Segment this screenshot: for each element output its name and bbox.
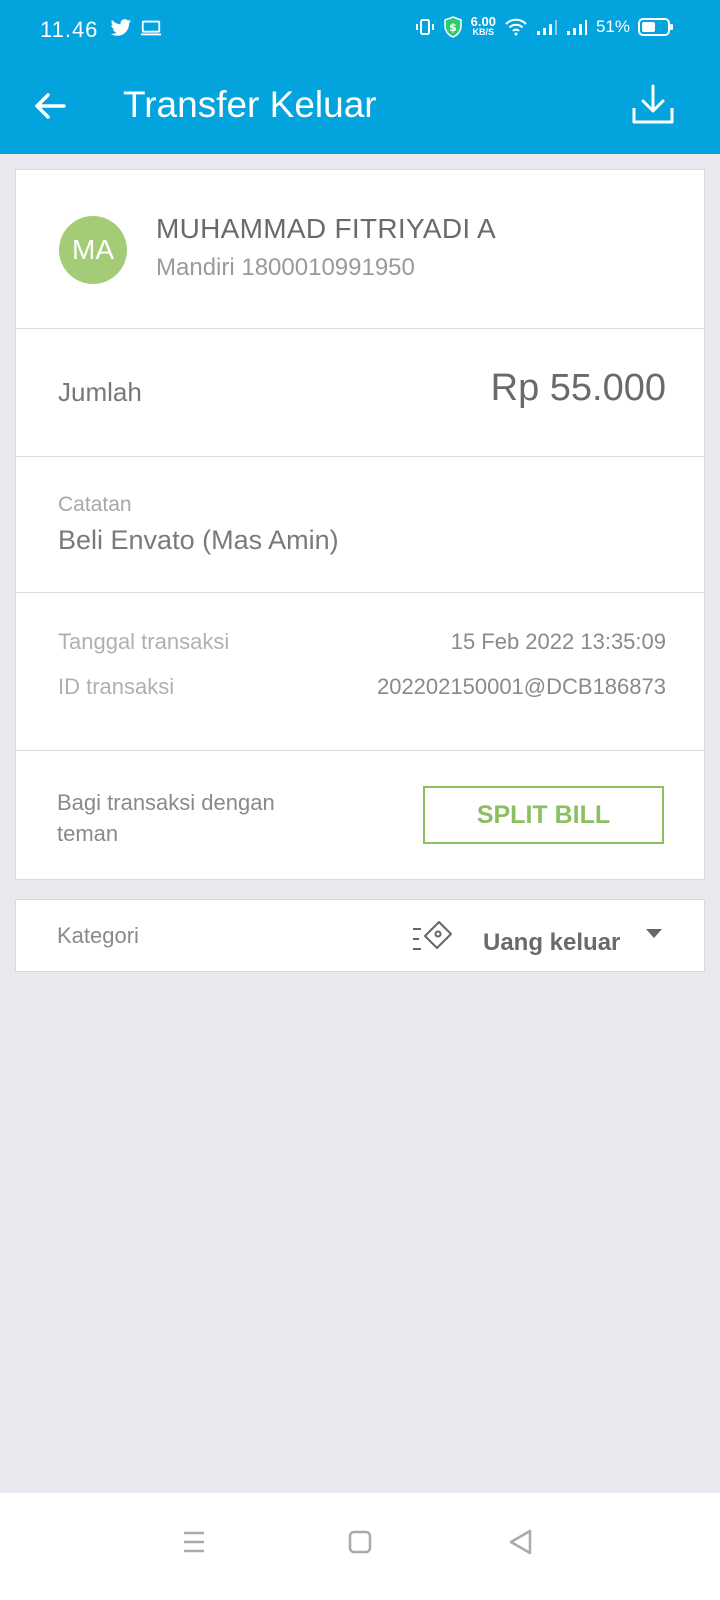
- system-nav-bar: [0, 1493, 720, 1600]
- signal-icon-1: [536, 20, 557, 35]
- net-speed: 6.00 KB/S: [470, 14, 496, 37]
- status-notification-icons: [110, 18, 162, 38]
- transaction-date-row: Tanggal transaksi 15 Feb 2022 13:35:09: [58, 629, 666, 655]
- back-arrow-icon[interactable]: [30, 86, 70, 126]
- amount-section: Jumlah Rp 55.000: [16, 329, 704, 457]
- status-time: 11.46: [40, 17, 99, 42]
- transaction-date-label: Tanggal transaksi: [58, 629, 230, 654]
- chevron-down-icon: [646, 929, 662, 938]
- note-section: Catatan Beli Envato (Mas Amin): [16, 457, 704, 593]
- transaction-date-value: 15 Feb 2022 13:35:09: [450, 629, 666, 654]
- split-bill-description: Bagi transaksi dengan teman: [57, 790, 275, 846]
- recipient-section: MA MUHAMMAD FITRIYADI A Mandiri 18000109…: [16, 170, 704, 329]
- page-title: Transfer Keluar: [123, 84, 377, 125]
- home-square-icon[interactable]: [335, 1517, 385, 1567]
- svg-text:$: $: [449, 21, 457, 34]
- avatar: MA: [59, 216, 127, 284]
- status-bar: 11.46 $ 6.00 KB/S 51%: [0, 0, 720, 62]
- battery-icon: [638, 18, 673, 36]
- menu-icon[interactable]: [169, 1517, 219, 1567]
- note-label: Catatan: [58, 493, 132, 516]
- signal-icon-2: [566, 20, 587, 35]
- transaction-id-row: ID transaksi 202202150001@DCB186873: [58, 674, 666, 700]
- status-system-icons: $ 6.00 KB/S 51%: [415, 14, 673, 38]
- recipient-bank-account: Mandiri 1800010991950: [156, 254, 415, 281]
- split-bill-button[interactable]: SPLIT BILL: [423, 786, 664, 844]
- wifi-icon: [505, 18, 527, 36]
- battery-percent: 51%: [595, 17, 630, 36]
- download-icon[interactable]: [630, 82, 676, 128]
- app-bar: Transfer Keluar: [0, 62, 720, 154]
- twitter-icon: [110, 19, 132, 36]
- money-shield-icon: $: [443, 16, 462, 38]
- tag-icon: [413, 921, 452, 950]
- top-bar: 11.46 $ 6.00 KB/S 51% Transfer Keluar: [0, 0, 720, 154]
- transaction-id-value: 202202150001@DCB186873: [376, 674, 666, 699]
- laptop-icon: [140, 20, 162, 36]
- amount-value: Rp 55.000: [490, 367, 666, 409]
- split-bill-card: Bagi transaksi dengan teman SPLIT BILL: [15, 750, 705, 880]
- vibrate-icon: [415, 19, 434, 35]
- category-dropdown[interactable]: Uang keluar: [396, 900, 704, 973]
- amount-label: Jumlah: [58, 377, 142, 407]
- recipient-name: MUHAMMAD FITRIYADI A: [156, 213, 496, 244]
- transaction-detail-card: MA MUHAMMAD FITRIYADI A Mandiri 18000109…: [15, 169, 705, 825]
- category-card: Kategori Uang keluar: [15, 899, 705, 972]
- transaction-id-label: ID transaksi: [58, 674, 175, 699]
- note-value: Beli Envato (Mas Amin): [58, 525, 339, 555]
- category-label: Kategori: [57, 923, 139, 948]
- category-value: Uang keluar: [483, 929, 621, 956]
- nav-back-icon[interactable]: [497, 1517, 547, 1567]
